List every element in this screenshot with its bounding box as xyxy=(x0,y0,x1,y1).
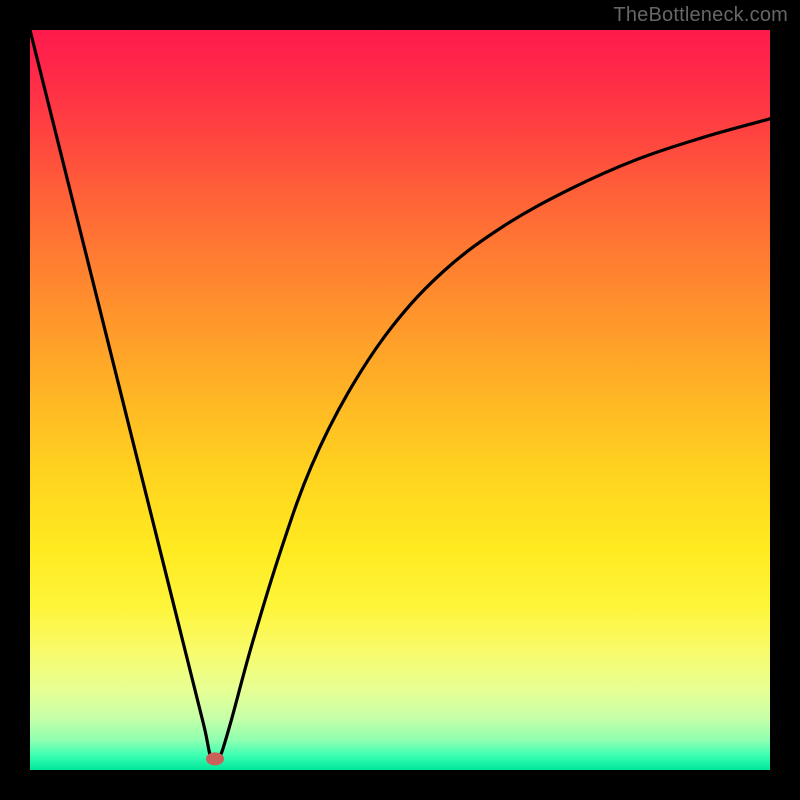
min-marker xyxy=(206,752,224,765)
curve-layer xyxy=(30,30,770,770)
plot-area xyxy=(30,30,770,770)
chart-container: TheBottleneck.com xyxy=(0,0,800,800)
bottleneck-curve xyxy=(30,30,770,763)
watermark-label: TheBottleneck.com xyxy=(613,4,788,27)
